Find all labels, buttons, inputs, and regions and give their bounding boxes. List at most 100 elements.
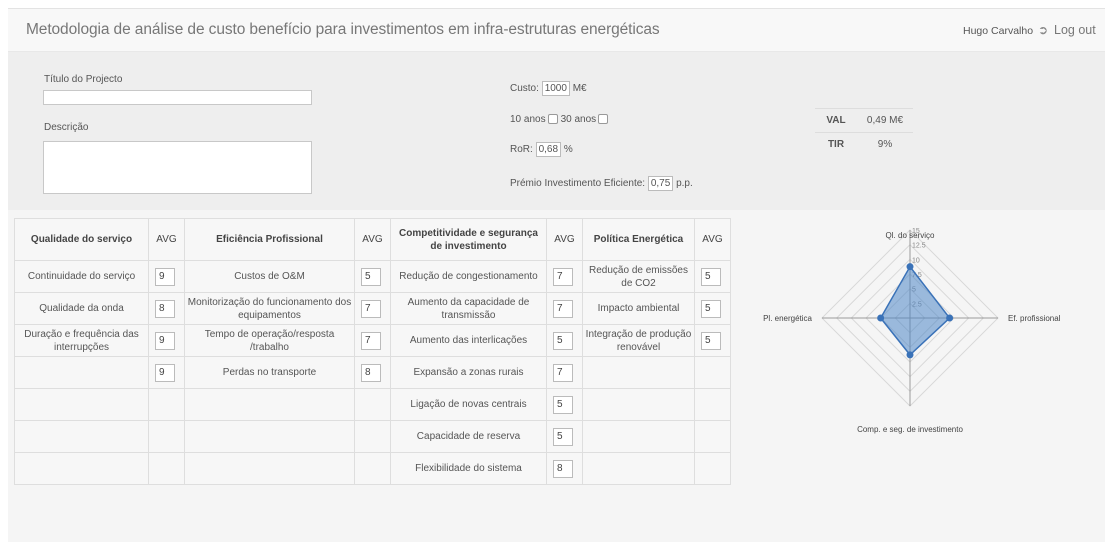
criterion-score-input[interactable]: 7 — [553, 267, 573, 286]
val-value: 0,49 M€ — [857, 108, 913, 133]
ror-label: RoR: — [510, 144, 533, 156]
criterion-label: Continuidade do serviço — [14, 260, 149, 293]
criterion-score-input[interactable]: 5 — [701, 331, 721, 350]
tir-row: TIR 9% — [815, 132, 913, 157]
criterion-cell: 5 — [354, 260, 391, 293]
criterion-score-input[interactable]: 7 — [361, 331, 381, 350]
criterion-cell: 9 — [148, 356, 185, 389]
criterion-score-input[interactable]: 7 — [361, 299, 381, 318]
criterion-cell — [354, 388, 391, 421]
criterion-score-input[interactable]: 5 — [553, 395, 573, 414]
radar-data-point — [906, 351, 914, 359]
criterion-cell — [694, 356, 731, 389]
criterion-score-input[interactable]: 8 — [361, 363, 381, 382]
app-title[interactable]: Metodologia de análise de custo benefíci… — [26, 21, 660, 39]
description-label: Descrição — [44, 122, 89, 133]
navbar: Metodologia de análise de custo benefíci… — [8, 8, 1105, 52]
criterion-cell: 5 — [694, 260, 731, 293]
criterion-score-input[interactable]: 8 — [155, 299, 175, 318]
criterion-label — [184, 388, 355, 421]
criterion-label — [14, 356, 149, 389]
radar-axis-label: Pl. energética — [763, 314, 812, 323]
radar-axis-label: Comp. e seg. de investimento — [857, 425, 963, 434]
premium-label: Prémio Investimento Eficiente: — [510, 178, 646, 190]
radar-data-point — [906, 263, 914, 271]
criterion-label — [184, 452, 355, 485]
criteria-group-title: Competitividade e segurança de investime… — [390, 218, 547, 261]
criterion-cell — [354, 452, 391, 485]
criterion-cell: 7 — [546, 292, 583, 325]
criterion-label: Integração de produção renovável — [582, 324, 695, 357]
criterion-score-input[interactable]: 5 — [553, 331, 573, 350]
tir-value: 9% — [857, 132, 913, 157]
avg-header: AVG — [354, 218, 391, 261]
criterion-label — [582, 356, 695, 389]
criterion-cell — [148, 388, 185, 421]
period-10-label: 10 anos — [510, 114, 546, 125]
criterion-score-input[interactable]: 9 — [155, 363, 175, 382]
criterion-cell: 8 — [546, 452, 583, 485]
criterion-label — [14, 452, 149, 485]
criterion-label: Aumento da capacidade de transmissão — [390, 292, 547, 325]
criterion-label: Aumento das interlicações — [390, 324, 547, 357]
criterion-score-input[interactable]: 5 — [701, 299, 721, 318]
criteria-row: Flexibilidade do sistema 8 — [14, 452, 731, 485]
criterion-score-input[interactable]: 9 — [155, 331, 175, 350]
period-30-checkbox[interactable] — [598, 114, 609, 125]
criterion-cell: 5 — [546, 324, 583, 357]
criteria-table: Qualidade do serviço AVG Eficiência Profis… — [14, 218, 731, 485]
criterion-label: Flexibilidade do sistema — [390, 452, 547, 485]
criterion-score-input[interactable]: 7 — [553, 299, 573, 318]
ror-unit: % — [563, 144, 573, 156]
criterion-label: Monitorização do funcionamento dos equip… — [184, 292, 355, 325]
criterion-cell: 8 — [354, 356, 391, 389]
criterion-cell: 8 — [148, 292, 185, 325]
radar-axis-label: Ef. profissional — [1008, 314, 1061, 323]
criteria-group-title: Eficiência Profissional — [184, 218, 355, 261]
sign-out-icon[interactable]: ➲ — [1038, 23, 1048, 37]
criteria-row: Duração e frequência das interrupções 9 Te… — [14, 324, 731, 357]
description-textarea[interactable] — [43, 141, 312, 194]
criterion-label: Perdas no transporte — [184, 356, 355, 389]
criterion-score-input[interactable]: 5 — [701, 267, 721, 286]
criterion-cell: 5 — [694, 324, 731, 357]
criterion-cell — [694, 452, 731, 485]
avg-header: AVG — [148, 218, 185, 261]
criterion-label — [14, 388, 149, 421]
project-title-input[interactable] — [43, 90, 312, 105]
premium-input[interactable]: 0,75 — [647, 176, 674, 191]
tir-label: TIR — [815, 132, 857, 157]
criterion-cell — [148, 420, 185, 453]
val-row: VAL 0,49 M€ — [815, 108, 913, 133]
criterion-cell: 7 — [546, 260, 583, 293]
criteria-group-title: Qualidade do serviço — [14, 218, 149, 261]
ror-input[interactable]: 0,68 — [535, 142, 562, 157]
radar-tick-label: 10 — [912, 257, 920, 264]
app-window: Metodologia de análise de custo benefíci… — [8, 8, 1105, 542]
criteria-row: Qualidade da onda 8 Monitorização do funci… — [14, 292, 731, 325]
criterion-label — [582, 420, 695, 453]
logout-link[interactable]: Log out — [1054, 23, 1096, 37]
cost-row: Custo: 1000 M€ — [510, 81, 587, 96]
criterion-score-input[interactable]: 8 — [553, 459, 573, 478]
criterion-label: Capacidade de reserva — [390, 420, 547, 453]
project-title-label: Título do Projecto — [44, 74, 123, 85]
criterion-label — [14, 420, 149, 453]
project-form-panel: Título do Projecto Descrição Custo: 1000… — [8, 52, 1105, 210]
period-10-checkbox[interactable] — [547, 114, 558, 125]
criterion-label: Impacto ambiental — [582, 292, 695, 325]
cost-unit: M€ — [572, 83, 587, 95]
criterion-score-input[interactable]: 5 — [361, 267, 381, 286]
criterion-label — [582, 452, 695, 485]
cost-input[interactable]: 1000 — [541, 81, 570, 96]
criterion-score-input[interactable]: 5 — [553, 427, 573, 446]
radar-axis-label: Ql. do serviço — [886, 231, 935, 240]
criterion-score-input[interactable]: 9 — [155, 267, 175, 286]
criterion-cell: 5 — [546, 420, 583, 453]
user-name: Hugo Carvalho — [963, 25, 1034, 37]
criterion-cell: 7 — [354, 324, 391, 357]
criterion-cell — [148, 452, 185, 485]
criterion-label: Redução de emissões de CO2 — [582, 260, 695, 293]
criterion-score-input[interactable]: 7 — [553, 363, 573, 382]
criteria-row: Ligação de novas centrais 5 — [14, 388, 731, 421]
